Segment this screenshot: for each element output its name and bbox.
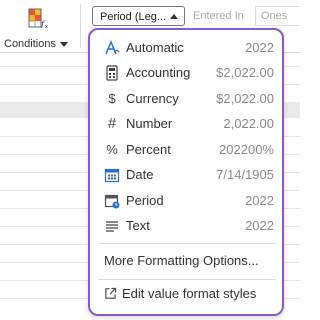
edit-value-format-styles[interactable]: Edit value format styles [104, 283, 274, 305]
menu-item-value: 2022 [245, 193, 274, 208]
automatic-a-icon [105, 40, 120, 55]
period-calendar-icon [104, 194, 120, 209]
menu-item-period[interactable]: Period 2022 [98, 189, 274, 213]
toolbar-divider [80, 4, 81, 48]
menu-item-label: Currency [126, 91, 179, 106]
more-formatting-options[interactable]: More Formatting Options... [104, 250, 274, 272]
hash-icon: # [107, 115, 117, 132]
chevron-down-icon [59, 41, 68, 47]
chevron-up-icon [170, 14, 178, 19]
edit-styles-label: Edit value format styles [122, 286, 257, 301]
menu-divider [98, 243, 276, 244]
period-select[interactable]: Period (Leg... [92, 6, 185, 26]
menu-item-accounting[interactable]: Accounting $2,022.00 [98, 61, 274, 85]
menu-item-label: Accounting [126, 65, 191, 80]
menu-item-number[interactable]: # Number 2,022.00 [98, 112, 274, 136]
calculator-icon [106, 65, 118, 81]
menu-item-label: Automatic [126, 40, 184, 55]
conditional-format-icon: f x [28, 8, 48, 28]
dollar-icon: $ [108, 91, 116, 106]
menu-item-percent[interactable]: % Percent 202200% [98, 138, 274, 162]
menu-item-text[interactable]: Text 2022 [98, 214, 274, 238]
ones-select[interactable]: Ones [255, 6, 300, 26]
menu-item-value: 2022 [245, 218, 274, 233]
external-link-icon [105, 287, 117, 299]
format-dropdown-menu: Automatic 2022 Accounting $2,022.00 $ Cu… [88, 28, 284, 316]
period-select-value: Period (Leg... [100, 11, 167, 23]
menu-item-automatic[interactable]: Automatic 2022 [98, 36, 274, 60]
menu-divider [98, 279, 276, 280]
menu-item-value: $2,022.00 [216, 65, 274, 80]
menu-item-value: 2,022.00 [223, 116, 274, 131]
menu-item-value: 2022 [245, 40, 274, 55]
entered-in-label: Entered In [193, 10, 244, 22]
menu-item-label: Number [126, 116, 173, 131]
percent-icon: % [106, 142, 118, 157]
menu-item-label: Date [126, 167, 154, 182]
menu-item-label: Text [126, 218, 150, 233]
menu-item-label: Percent [126, 142, 171, 157]
menu-item-label: Period [126, 193, 164, 208]
menu-item-value: 7/14/1905 [216, 167, 274, 182]
conditions-button[interactable]: f x Conditions [2, 4, 72, 50]
text-lines-icon [106, 221, 118, 232]
menu-item-currency[interactable]: $ Currency $2,022.00 [98, 87, 274, 111]
menu-item-date[interactable]: Date 7/14/1905 [98, 163, 274, 187]
conditions-label: Conditions [4, 38, 68, 50]
calendar-icon [104, 168, 120, 183]
ones-value: Ones [261, 10, 288, 22]
menu-item-value: $2,022.00 [216, 91, 274, 106]
menu-item-value: 202200% [219, 142, 274, 157]
svg-text:x: x [45, 24, 48, 28]
